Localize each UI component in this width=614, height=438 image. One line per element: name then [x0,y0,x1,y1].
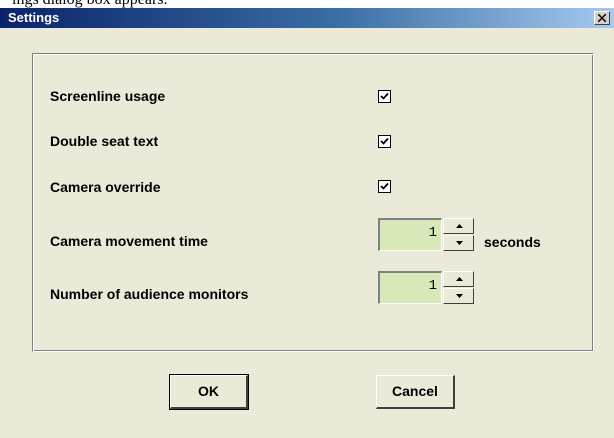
camera-movement-time-input[interactable]: 1 [378,218,442,251]
audience-monitors-increment[interactable] [443,271,474,287]
audience-monitors-decrement[interactable] [443,288,474,304]
close-button[interactable] [594,11,610,25]
camera-movement-time-decrement[interactable] [443,235,474,251]
settings-dialog: Settings Screenline usage Double seat te… [0,8,614,438]
camera-override-checkbox[interactable] [378,180,391,193]
camera-movement-time-spinner [443,218,474,251]
double-seat-text-checkbox[interactable] [378,135,391,148]
screenline-usage-checkbox[interactable] [378,90,391,103]
background-document: ings dialog box appears. [0,0,614,8]
double-seat-text-label: Double seat text [50,133,159,149]
arrow-up-icon [456,277,463,281]
background-text: ings dialog box appears. [12,0,168,8]
screenline-usage-label: Screenline usage [50,88,166,104]
checkmark-icon [380,182,389,190]
cancel-button[interactable]: Cancel [376,375,455,409]
checkmark-icon [380,137,389,145]
camera-movement-time-label: Camera movement time [50,233,208,249]
checkmark-icon [380,92,389,100]
arrow-up-icon [456,224,463,228]
arrow-down-icon [456,241,463,245]
camera-override-label: Camera override [50,179,161,195]
close-icon [598,14,606,22]
audience-monitors-input[interactable]: 1 [378,271,442,304]
audience-monitors-label: Number of audience monitors [50,286,249,302]
title-bar[interactable]: Settings [0,8,614,28]
dialog-title: Settings [8,10,60,25]
seconds-unit-label: seconds [484,234,541,250]
ok-button[interactable]: OK [169,374,249,410]
arrow-down-icon [456,294,463,298]
audience-monitors-spinner [443,271,474,304]
camera-movement-time-increment[interactable] [443,218,474,234]
